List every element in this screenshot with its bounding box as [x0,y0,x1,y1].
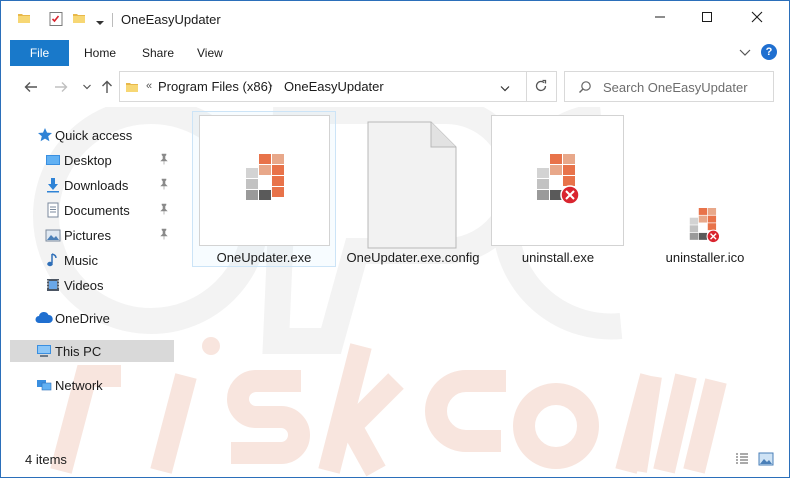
title-bar: OneEasyUpdater [1,1,789,37]
folder-icon [125,80,139,97]
cloud-icon [35,310,53,326]
tab-view[interactable]: View [197,46,223,60]
refresh-icon[interactable] [534,79,548,96]
sidebar-item-desktop[interactable]: Desktop [10,149,174,171]
sidebar-item-label: Videos [64,278,104,293]
sidebar-item-pictures[interactable]: Pictures [10,224,174,246]
expand-ribbon-icon[interactable] [739,46,751,60]
tab-home[interactable]: Home [84,46,116,60]
large-icons-view-icon[interactable] [758,452,774,468]
address-divider [526,72,527,101]
sidebar-item-videos[interactable]: Videos [10,274,174,296]
breadcrumb-overflow-icon[interactable]: « [146,80,152,92]
properties-icon[interactable] [48,11,64,30]
minimize-button[interactable] [637,1,683,33]
forward-button[interactable] [53,79,69,95]
arrow-left-icon [24,82,37,92]
sidebar-item-label: OneDrive [55,311,110,326]
breadcrumb-separator-icon[interactable]: › [269,80,273,92]
uninstall-app-icon [537,154,580,205]
address-bar[interactable]: « Program Files (x86) › OneEasyUpdater [119,71,557,102]
sidebar-item-label: Desktop [64,153,112,168]
pictures-icon [45,227,61,243]
sidebar-item-network[interactable]: Network [10,374,174,396]
download-icon [45,177,61,193]
pin-icon[interactable] [158,153,170,168]
file-list: OneUpdater.exe OneUpdater.exe.config uni… [181,109,786,439]
file-item[interactable]: uninstall.exe [487,111,629,269]
address-history-icon[interactable] [500,82,510,96]
help-icon[interactable]: ? [761,44,777,60]
pin-icon[interactable] [158,203,170,218]
file-name: OneUpdater.exe [216,250,312,265]
sidebar-item-label: Music [64,253,98,268]
app-icon [246,154,284,200]
file-thumbnail [199,115,330,246]
file-name: OneUpdater.exe.config [346,250,480,265]
file-item[interactable]: OneUpdater.exe [192,111,336,269]
arrow-right-icon [55,82,68,92]
pin-icon[interactable] [158,178,170,193]
network-icon [36,377,52,393]
sidebar-item-music[interactable]: Music [10,249,174,271]
videos-icon [45,277,61,293]
minimize-icon [655,16,665,18]
details-view-icon[interactable] [735,452,751,468]
file-thumbnail [491,115,624,246]
sidebar-item-label: Network [55,378,103,393]
music-icon [45,252,61,268]
breadcrumb-program-files[interactable]: Program Files (x86) [158,79,272,94]
computer-icon [36,343,52,359]
sidebar-item-onedrive[interactable]: OneDrive [10,307,174,329]
close-button[interactable] [734,1,780,33]
navigation-pane: Quick access Desktop Downloads Documents… [10,111,175,441]
sidebar-item-label: Quick access [55,128,133,143]
sidebar-item-documents[interactable]: Documents [10,199,174,221]
uninstall-app-icon-small [689,208,721,244]
chevron-down-icon [83,84,91,90]
maximize-icon [702,12,712,22]
search-box [564,71,774,102]
tab-share[interactable]: Share [142,46,174,60]
status-bar: 4 items [1,447,789,477]
folder-icon [17,11,31,28]
window-title: OneEasyUpdater [121,12,221,27]
arrow-up-icon [102,80,112,93]
tab-file[interactable]: File [10,40,69,66]
desktop-icon [45,152,61,168]
customize-quick-access-icon[interactable] [96,15,104,29]
title-divider [112,13,113,27]
file-name: uninstall.exe [521,250,595,265]
sidebar-item-label: This PC [55,344,102,359]
search-input[interactable] [603,78,769,96]
recent-locations-button[interactable] [79,79,95,95]
sidebar-item-label: Pictures [64,228,111,243]
navigation-bar: « Program Files (x86) › OneEasyUpdater [1,67,789,107]
blank-file-icon [367,121,457,249]
breadcrumb-oneeasyupdater[interactable]: OneEasyUpdater [284,79,384,94]
sidebar-item-this-pc[interactable]: This PC [10,340,174,362]
maximize-button[interactable] [684,1,730,33]
sidebar-item-label: Documents [64,203,130,218]
sidebar-item-label: Downloads [64,178,129,193]
up-button[interactable] [99,79,115,95]
file-item[interactable]: OneUpdater.exe.config [343,111,483,269]
sidebar-item-quick-access[interactable]: Quick access [10,124,174,146]
sidebar-item-downloads[interactable]: Downloads [10,174,174,196]
back-button[interactable] [23,79,39,95]
item-count: 4 items [25,452,67,467]
documents-icon [45,202,61,218]
file-name: uninstaller.ico [665,250,745,265]
pin-icon[interactable] [158,228,170,243]
new-folder-icon[interactable] [72,11,86,28]
close-icon [751,11,763,23]
search-icon [578,80,592,97]
explorer-window: OneEasyUpdater File Home Share View ? « … [0,0,790,478]
file-item[interactable]: uninstaller.ico [645,111,765,269]
ribbon-tabs: File Home Share View ? [1,40,789,66]
star-icon [37,127,53,143]
